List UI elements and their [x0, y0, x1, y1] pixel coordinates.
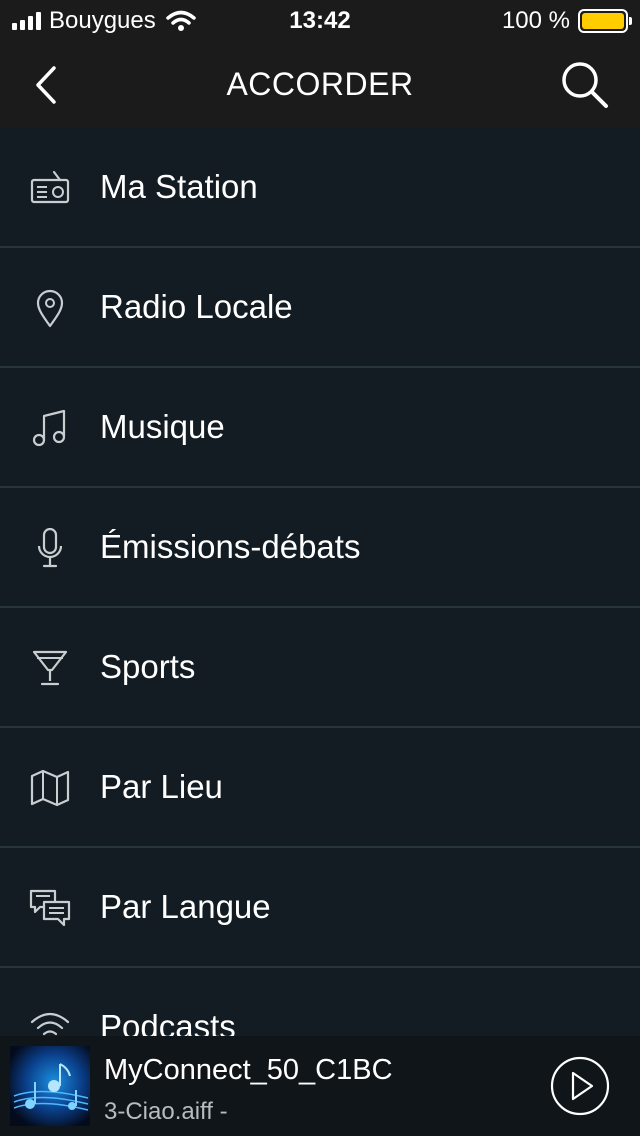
now-playing-bar[interactable]: MyConnect_50_C1BC 3-Ciao.aiff -: [0, 1036, 640, 1136]
status-bar: Bouygues 13:42 100 %: [0, 0, 640, 42]
trophy-icon: [32, 650, 68, 686]
menu-item-label: Musique: [100, 408, 225, 445]
menu-item-label: Ma Station: [100, 168, 258, 205]
battery-level: [582, 13, 624, 29]
category-list: Ma Station Radio Locale Musique Émission…: [0, 128, 640, 1088]
radio-icon: [30, 170, 70, 204]
menu-item-label: Par Langue: [100, 888, 271, 925]
menu-item-musique[interactable]: Musique: [0, 368, 640, 488]
menu-item-emissions-debats[interactable]: Émissions-débats: [0, 488, 640, 608]
album-artwork: [10, 1046, 90, 1126]
menu-item-radio-locale[interactable]: Radio Locale: [0, 248, 640, 368]
now-playing-subtitle: 3-Ciao.aiff -: [104, 1098, 228, 1125]
navigation-bar: ACCORDER: [0, 42, 640, 128]
status-right: 100 %: [501, 7, 632, 35]
menu-item-sports[interactable]: Sports: [0, 608, 640, 728]
menu-item-label: Radio Locale: [100, 288, 293, 325]
menu-item-ma-station[interactable]: Ma Station: [0, 128, 640, 248]
music-notes-artwork-icon: [13, 1063, 89, 1111]
play-icon[interactable]: [550, 1056, 610, 1116]
menu-item-label: Sports: [100, 648, 196, 685]
map-icon: [30, 769, 70, 807]
menu-item-label: Émissions-débats: [100, 528, 361, 565]
now-playing-title: MyConnect_50_C1BC: [104, 1054, 393, 1086]
microphone-icon: [37, 528, 63, 568]
menu-item-par-lieu[interactable]: Par Lieu: [0, 728, 640, 848]
battery-icon: [578, 9, 632, 33]
menu-item-label: Par Lieu: [100, 768, 223, 805]
speech-bubbles-icon: [29, 889, 71, 927]
battery-percentage: 100 %: [501, 7, 570, 34]
menu-item-par-langue[interactable]: Par Langue: [0, 848, 640, 968]
search-icon[interactable]: [558, 58, 612, 112]
page-title: ACCORDER: [226, 66, 414, 102]
location-pin-icon: [36, 289, 64, 328]
music-note-icon: [32, 409, 66, 447]
